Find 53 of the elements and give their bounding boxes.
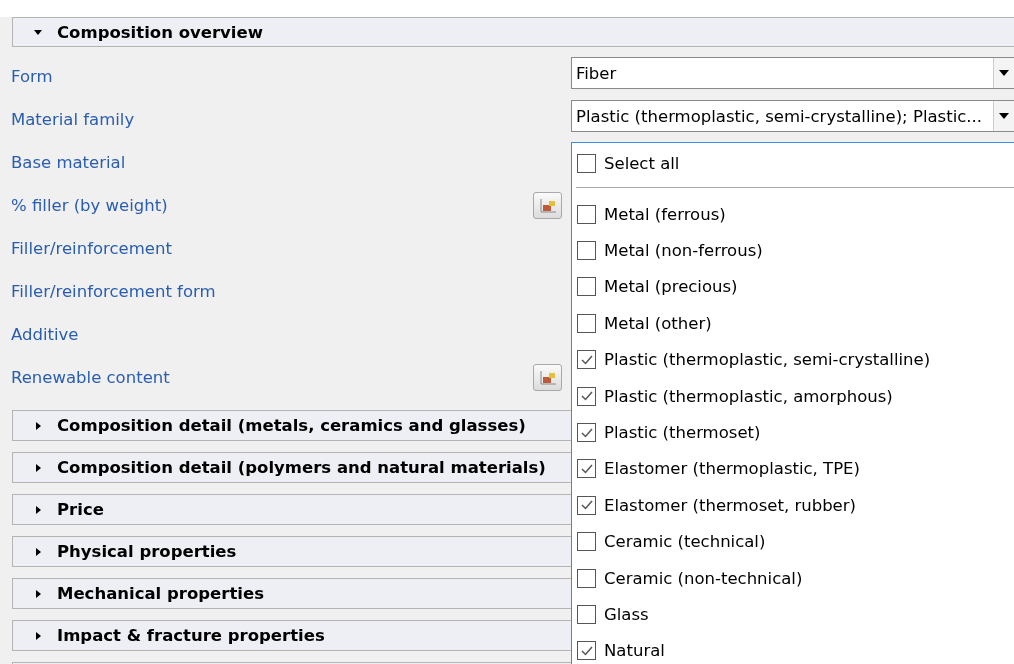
checkbox[interactable] bbox=[577, 641, 596, 661]
caret-icon bbox=[33, 504, 43, 515]
checkbox[interactable] bbox=[577, 568, 596, 588]
section-title: Price bbox=[57, 500, 104, 519]
property-label[interactable]: Additive bbox=[11, 325, 79, 344]
list-option[interactable]: Metal (precious) bbox=[572, 268, 1014, 306]
checkbox[interactable] bbox=[577, 153, 596, 173]
property-label[interactable]: Filler/reinforcement bbox=[11, 239, 172, 258]
checkbox[interactable] bbox=[577, 313, 596, 333]
section-title: Composition overview bbox=[57, 22, 263, 42]
section-header[interactable]: Composition overview bbox=[12, 17, 1014, 47]
caret-icon bbox=[33, 588, 43, 599]
checkbox[interactable] bbox=[577, 350, 596, 370]
checkmark-icon bbox=[579, 389, 594, 404]
property-label[interactable]: Material family bbox=[11, 110, 135, 129]
section-title: Composition detail (polymers and natural materials) bbox=[57, 458, 546, 477]
list-option[interactable]: Plastic (thermoplastic, semi-crystalline) bbox=[572, 341, 1014, 378]
checkbox[interactable] bbox=[577, 605, 596, 624]
edit-button[interactable] bbox=[533, 364, 562, 391]
property-label[interactable]: Form bbox=[11, 67, 53, 86]
checkbox[interactable] bbox=[577, 277, 596, 297]
section-title: Mechanical properties bbox=[57, 584, 264, 603]
checkbox[interactable] bbox=[577, 386, 596, 406]
checkmark-icon bbox=[579, 498, 594, 513]
dropdown-arrow-icon bbox=[999, 70, 1009, 76]
checkbox[interactable] bbox=[577, 204, 596, 224]
property-label[interactable]: Base material bbox=[11, 153, 126, 172]
select-all-option[interactable]: Select all bbox=[572, 147, 1014, 179]
list-option[interactable]: Metal (other) bbox=[572, 305, 1014, 342]
caret-icon bbox=[33, 420, 43, 431]
dropdown-field[interactable]: Fiber bbox=[571, 57, 1014, 89]
caret-icon bbox=[33, 546, 43, 557]
chart-icon bbox=[538, 197, 557, 214]
checkbox[interactable] bbox=[577, 241, 596, 261]
caret-icon bbox=[33, 27, 43, 37]
list-option[interactable]: Metal (non-ferrous) bbox=[572, 232, 1014, 269]
edit-button[interactable] bbox=[533, 192, 562, 219]
property-label[interactable]: Filler/reinforcement form bbox=[11, 282, 216, 301]
property-label[interactable]: % filler (by weight) bbox=[11, 196, 168, 215]
dropdown-field[interactable]: Plastic (thermoplastic, semi-crystalline); Plastic... bbox=[571, 100, 1014, 132]
caret-icon bbox=[33, 630, 43, 641]
section-title: Composition detail (metals, ceramics and glasses) bbox=[57, 416, 526, 435]
checkbox[interactable] bbox=[577, 423, 596, 443]
section-title: Physical properties bbox=[57, 542, 237, 561]
checkbox[interactable] bbox=[577, 495, 596, 515]
dropdown-arrow-icon bbox=[999, 113, 1009, 119]
property-label[interactable]: Renewable content bbox=[11, 368, 170, 387]
chart-icon bbox=[538, 369, 557, 386]
list-option[interactable]: Metal (ferrous) bbox=[572, 196, 1014, 233]
section-title: Impact & fracture properties bbox=[57, 626, 325, 645]
caret-icon bbox=[33, 462, 43, 473]
checkbox[interactable] bbox=[577, 532, 596, 552]
checkbox[interactable] bbox=[577, 459, 596, 479]
